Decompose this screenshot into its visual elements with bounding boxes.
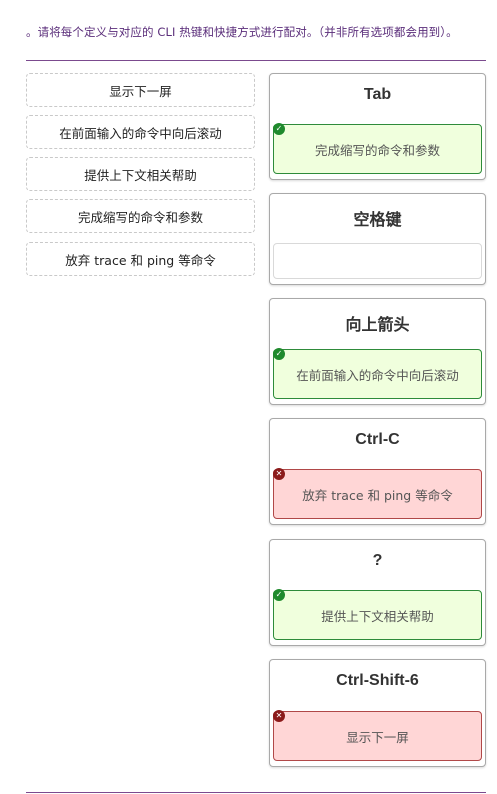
- drop-zone[interactable]: ✓ 完成缩写的命令和参数: [273, 123, 482, 174]
- check-icon: ✓: [273, 348, 285, 360]
- target-card-tab: Tab ✓ 完成缩写的命令和参数: [269, 73, 486, 180]
- target-card-ctrl-c: Ctrl-C ✕ 放弃 trace 和 ping 等命令: [269, 418, 486, 525]
- bottom-divider: [26, 792, 486, 793]
- choice-item[interactable]: 在前面输入的命令中向后滚动: [26, 115, 255, 149]
- drop-zone-answer: 显示下一屏: [346, 729, 409, 745]
- target-term: 空格键: [353, 212, 402, 229]
- drop-zone[interactable]: ✕ 显示下一屏: [273, 710, 482, 761]
- drop-zone-answer: 放弃 trace 和 ping 等命令: [302, 487, 453, 503]
- target-card-question: ? ✓ 提供上下文相关帮助: [269, 539, 486, 646]
- choice-item[interactable]: 放弃 trace 和 ping 等命令: [26, 242, 255, 276]
- target-term: Tab: [363, 86, 392, 103]
- top-divider: [26, 60, 486, 61]
- drop-zone-answer: 在前面输入的命令中向后滚动: [296, 367, 459, 383]
- target-card-up-arrow: 向上箭头 ✓ 在前面输入的命令中向后滚动: [269, 298, 486, 405]
- drop-zone[interactable]: ✕ 放弃 trace 和 ping 等命令: [273, 468, 482, 519]
- drop-zone[interactable]: ✓ 提供上下文相关帮助: [273, 589, 482, 640]
- drop-zone-answer: 完成缩写的命令和参数: [314, 142, 440, 158]
- target-card-ctrl-shift-6: Ctrl-Shift-6 ✕ 显示下一屏: [269, 659, 486, 767]
- choice-item[interactable]: 显示下一屏: [26, 73, 255, 107]
- target-term: ?: [372, 552, 383, 569]
- target-term: Ctrl-C: [355, 431, 400, 448]
- target-card-space: 空格键: [269, 193, 486, 285]
- target-term: Ctrl-Shift-6: [336, 672, 419, 689]
- x-icon: ✕: [273, 710, 285, 722]
- choice-item[interactable]: 完成缩写的命令和参数: [26, 199, 255, 233]
- check-icon: ✓: [273, 123, 285, 135]
- check-icon: ✓: [273, 589, 285, 601]
- instruction-text: 。请将每个定义与对应的 CLI 热键和快捷方式进行配对。（并非所有选项都会用到）…: [26, 25, 458, 39]
- drop-zone[interactable]: [273, 243, 482, 279]
- drop-zone[interactable]: ✓ 在前面输入的命令中向后滚动: [273, 348, 482, 399]
- drop-zone-answer: 提供上下文相关帮助: [321, 608, 434, 624]
- target-term: 向上箭头: [345, 317, 410, 334]
- x-icon: ✕: [273, 468, 285, 480]
- choice-item[interactable]: 提供上下文相关帮助: [26, 157, 255, 191]
